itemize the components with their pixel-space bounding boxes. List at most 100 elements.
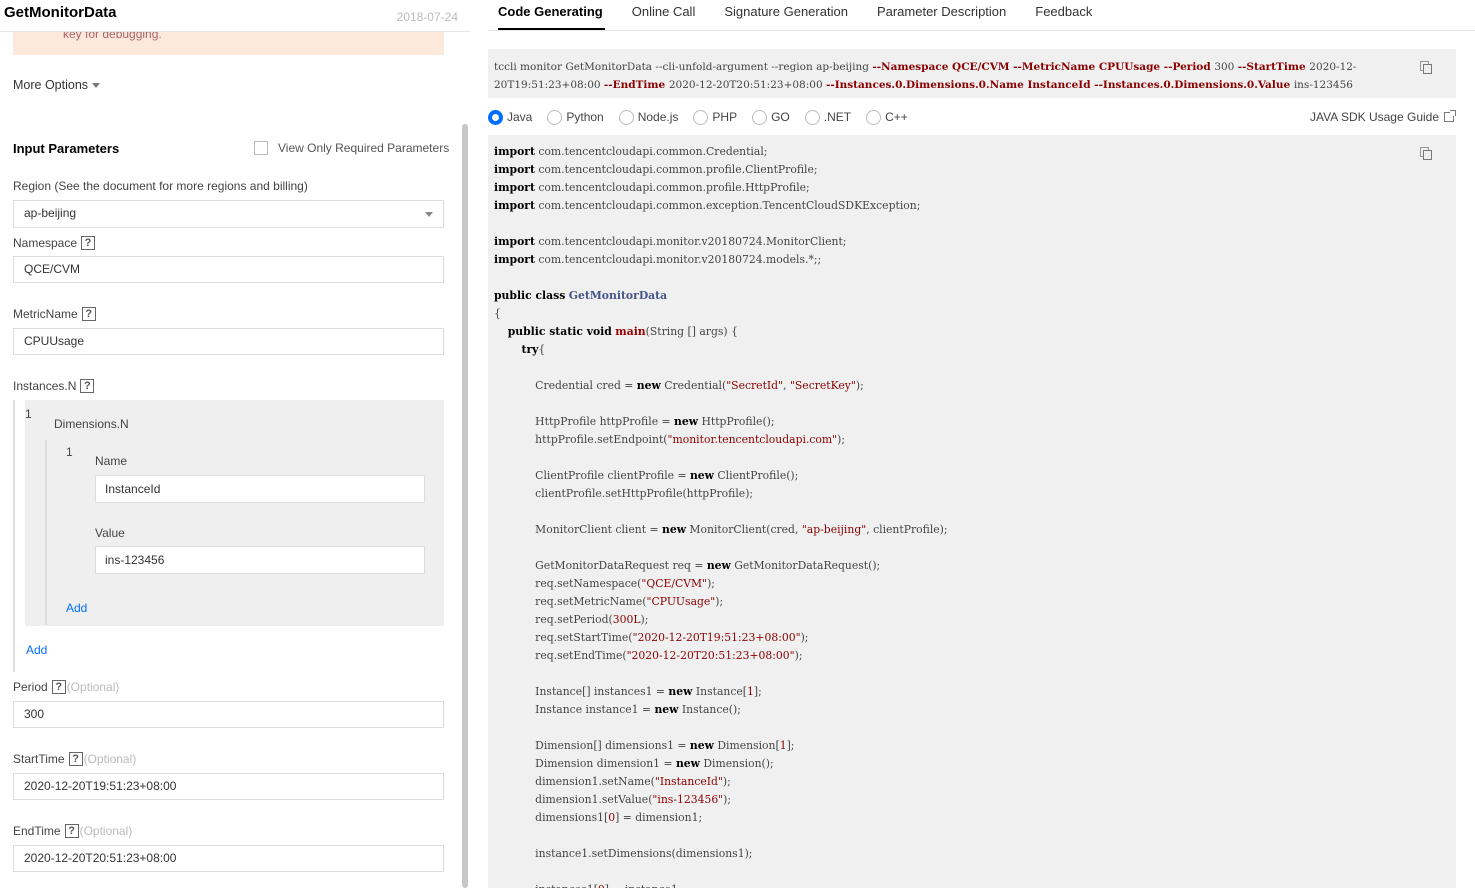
code-token: ]; xyxy=(753,685,762,698)
code-token: { xyxy=(538,343,546,356)
code-line: ClientProfile clientProfile = new Client… xyxy=(494,467,1456,485)
code-line: GetMonitorDataRequest req = new GetMonit… xyxy=(494,557,1456,575)
radio-button[interactable] xyxy=(618,109,634,125)
metricname-label: MetricName? xyxy=(13,307,96,321)
code-token: com.tencentcloudapi.common.exception.Ten… xyxy=(534,199,921,212)
required-only-toggle[interactable]: View Only Required Parameters xyxy=(254,141,449,155)
starttime-input[interactable]: 2020-12-20T19:51:23+08:00 xyxy=(13,773,444,800)
copy-icon[interactable] xyxy=(1420,61,1432,74)
language-option-nodejs[interactable]: Node.js xyxy=(618,109,678,125)
code-token: "CPUUsage" xyxy=(646,595,716,608)
cli-command-box: tccli monitor GetMonitorData --cli-unfol… xyxy=(488,49,1456,98)
region-value: ap-beijing xyxy=(24,206,77,220)
namespace-value: QCE/CVM xyxy=(24,262,81,276)
chevron-down-icon xyxy=(425,212,433,217)
starttime-value: 2020-12-20T19:51:23+08:00 xyxy=(24,779,177,793)
radio-button[interactable] xyxy=(693,109,709,125)
code-token: ); xyxy=(707,577,715,590)
period-input[interactable]: 300 xyxy=(13,701,444,728)
code-line: dimensions1[0] = dimension1; xyxy=(494,809,1456,827)
language-option-go[interactable]: GO xyxy=(752,109,790,125)
required-only-checkbox[interactable] xyxy=(254,141,268,155)
code-line: dimension1.setValue("ins-123456"); xyxy=(494,791,1456,809)
cli-value: ins-123456 xyxy=(1293,79,1353,91)
language-option-cpp[interactable]: C++ xyxy=(866,109,908,125)
help-icon[interactable]: ? xyxy=(81,236,96,250)
cli-flag: --Namespace xyxy=(872,61,953,73)
language-label: .NET xyxy=(823,110,852,124)
code-token: ); xyxy=(715,595,724,608)
code-line: Instance instance1 = new Instance(); xyxy=(494,701,1456,719)
help-icon[interactable]: ? xyxy=(81,307,96,321)
code-token: GetMonitorDataRequest(); xyxy=(730,559,881,572)
copy-icon[interactable] xyxy=(1420,147,1432,160)
language-option-python[interactable]: Python xyxy=(547,109,604,125)
add-dimension-link[interactable]: Add xyxy=(66,601,87,615)
metricname-label-text: MetricName xyxy=(13,307,78,321)
left-scrollbar[interactable] xyxy=(462,124,468,888)
add-instance-link[interactable]: Add xyxy=(26,643,47,657)
code-token: (String [] args) { xyxy=(645,325,738,338)
cli-value: 300 xyxy=(1214,61,1238,73)
tab-feedback[interactable]: Feedback xyxy=(1035,0,1092,30)
code-token: Dimension(); xyxy=(699,757,774,770)
tab-parameter-description[interactable]: Parameter Description xyxy=(877,0,1006,30)
dim-value-input[interactable]: ins-123456 xyxy=(95,546,425,574)
cli-flag: --MetricName xyxy=(1013,61,1099,73)
sdk-guide-link[interactable]: JAVA SDK Usage Guide xyxy=(1310,110,1456,124)
radio-button[interactable] xyxy=(488,109,503,125)
language-option-net[interactable]: .NET xyxy=(804,109,852,125)
period-value: 300 xyxy=(24,707,45,721)
help-icon[interactable]: ? xyxy=(64,824,79,838)
endtime-input[interactable]: 2020-12-20T20:51:23+08:00 xyxy=(13,845,444,872)
code-token: "ap-beijing" xyxy=(801,523,867,536)
radio-button[interactable] xyxy=(547,109,563,125)
cli-flag: --Instances.0.Dimensions.0.Value xyxy=(1094,79,1294,91)
region-select[interactable]: ap-beijing xyxy=(13,200,444,228)
code-token: ); xyxy=(855,379,864,392)
tab-divider xyxy=(488,30,1475,31)
code-line: import com.tencentcloudapi.common.profil… xyxy=(494,161,1456,179)
metricname-input[interactable]: CPUUsage xyxy=(13,328,444,355)
dimensions-label: Dimensions.N xyxy=(54,417,129,431)
code-token: new xyxy=(689,739,714,752)
help-icon[interactable]: ? xyxy=(80,379,95,393)
tab-code-generating[interactable]: Code Generating xyxy=(488,0,605,30)
dimensions-group xyxy=(45,440,47,625)
code-token: new xyxy=(636,379,661,392)
code-token: dimension1.setValue( xyxy=(494,793,653,806)
code-token: Dimension dimension1 = xyxy=(494,757,676,770)
required-only-label: View Only Required Parameters xyxy=(278,141,450,155)
more-options-toggle[interactable]: More Options xyxy=(13,78,101,92)
language-option-java[interactable]: Java xyxy=(488,109,532,125)
radio-button[interactable] xyxy=(752,109,768,125)
code-token: ] = instance1; xyxy=(605,883,682,888)
language-label: Python xyxy=(566,110,604,124)
radio-button[interactable] xyxy=(866,109,882,125)
input-parameters-title: Input Parameters xyxy=(13,141,120,156)
code-token: GetMonitorDataRequest req = xyxy=(494,559,707,572)
code-token: new xyxy=(668,685,693,698)
region-label: Region (See the document for more region… xyxy=(13,179,308,193)
code-token: new xyxy=(689,469,714,482)
tab-signature-generation[interactable]: Signature Generation xyxy=(724,0,848,30)
code-token: dimension1.setName( xyxy=(494,775,655,788)
help-icon[interactable]: ? xyxy=(68,752,83,766)
radio-button[interactable] xyxy=(804,109,820,125)
namespace-input[interactable]: QCE/CVM xyxy=(13,256,444,283)
code-line: instance1.setDimensions(dimensions1); xyxy=(494,845,1456,863)
left-panel: key for debugging. GetMonitorData 2018-0… xyxy=(0,0,470,888)
dim-name-input[interactable]: InstanceId xyxy=(95,475,425,503)
code-token: com.tencentcloudapi.common.Credential; xyxy=(534,145,768,158)
help-icon[interactable]: ? xyxy=(51,680,66,694)
language-selector: Java Python Node.js PHP GO .NET C++ xyxy=(488,108,923,126)
language-option-php[interactable]: PHP xyxy=(693,109,737,125)
code-token: MonitorClient client = xyxy=(494,523,662,536)
instances-label-text: Instances.N xyxy=(13,379,77,393)
tab-online-call[interactable]: Online Call xyxy=(632,0,696,30)
